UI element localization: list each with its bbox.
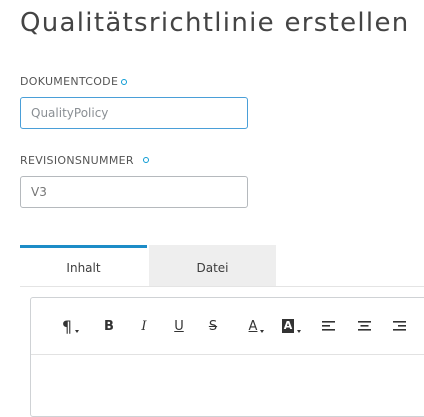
- tab-divider: [20, 286, 424, 287]
- paragraph-icon: ¶: [61, 316, 73, 336]
- chevron-down-icon: [75, 330, 79, 333]
- toolbar-divider: [31, 354, 424, 355]
- bold-icon: B: [104, 318, 114, 334]
- tab-inhalt[interactable]: Inhalt: [20, 245, 147, 287]
- chevron-down-icon: [260, 330, 264, 333]
- underline-button[interactable]: U: [171, 315, 187, 337]
- revision-number-input[interactable]: [20, 176, 248, 208]
- paragraph-format-button[interactable]: ¶: [55, 315, 79, 337]
- italic-icon: I: [141, 318, 147, 334]
- tab-datei-label: Datei: [196, 260, 229, 275]
- background-color-icon: A: [281, 319, 295, 333]
- align-right-icon: [392, 321, 406, 331]
- align-left-icon: [321, 321, 335, 331]
- required-indicator-icon: [121, 79, 127, 85]
- document-code-input[interactable]: [20, 97, 248, 129]
- font-color-icon: A: [248, 318, 258, 334]
- document-code-label: DOKUMENTCODE: [20, 75, 119, 88]
- revision-number-label: REVISIONSNUMMER: [20, 154, 134, 167]
- rich-text-editor[interactable]: ¶ B I U S A A: [30, 297, 424, 417]
- italic-button[interactable]: I: [136, 315, 152, 337]
- align-left-button[interactable]: [321, 315, 335, 337]
- bold-button[interactable]: B: [101, 315, 117, 337]
- chevron-down-icon: [297, 330, 301, 333]
- align-center-icon: [357, 321, 371, 331]
- tab-inhalt-label: Inhalt: [66, 260, 101, 275]
- tab-datei[interactable]: Datei: [149, 245, 276, 287]
- align-center-button[interactable]: [357, 315, 371, 337]
- underline-icon: U: [174, 318, 184, 334]
- align-right-button[interactable]: [392, 315, 406, 337]
- background-color-button[interactable]: A: [276, 315, 301, 337]
- page-title: Qualitätsrichtlinie erstellen: [20, 8, 410, 38]
- strikethrough-icon: S: [208, 318, 218, 334]
- required-indicator-icon: [143, 157, 149, 163]
- strikethrough-button[interactable]: S: [205, 315, 221, 337]
- font-color-button[interactable]: A: [241, 315, 265, 337]
